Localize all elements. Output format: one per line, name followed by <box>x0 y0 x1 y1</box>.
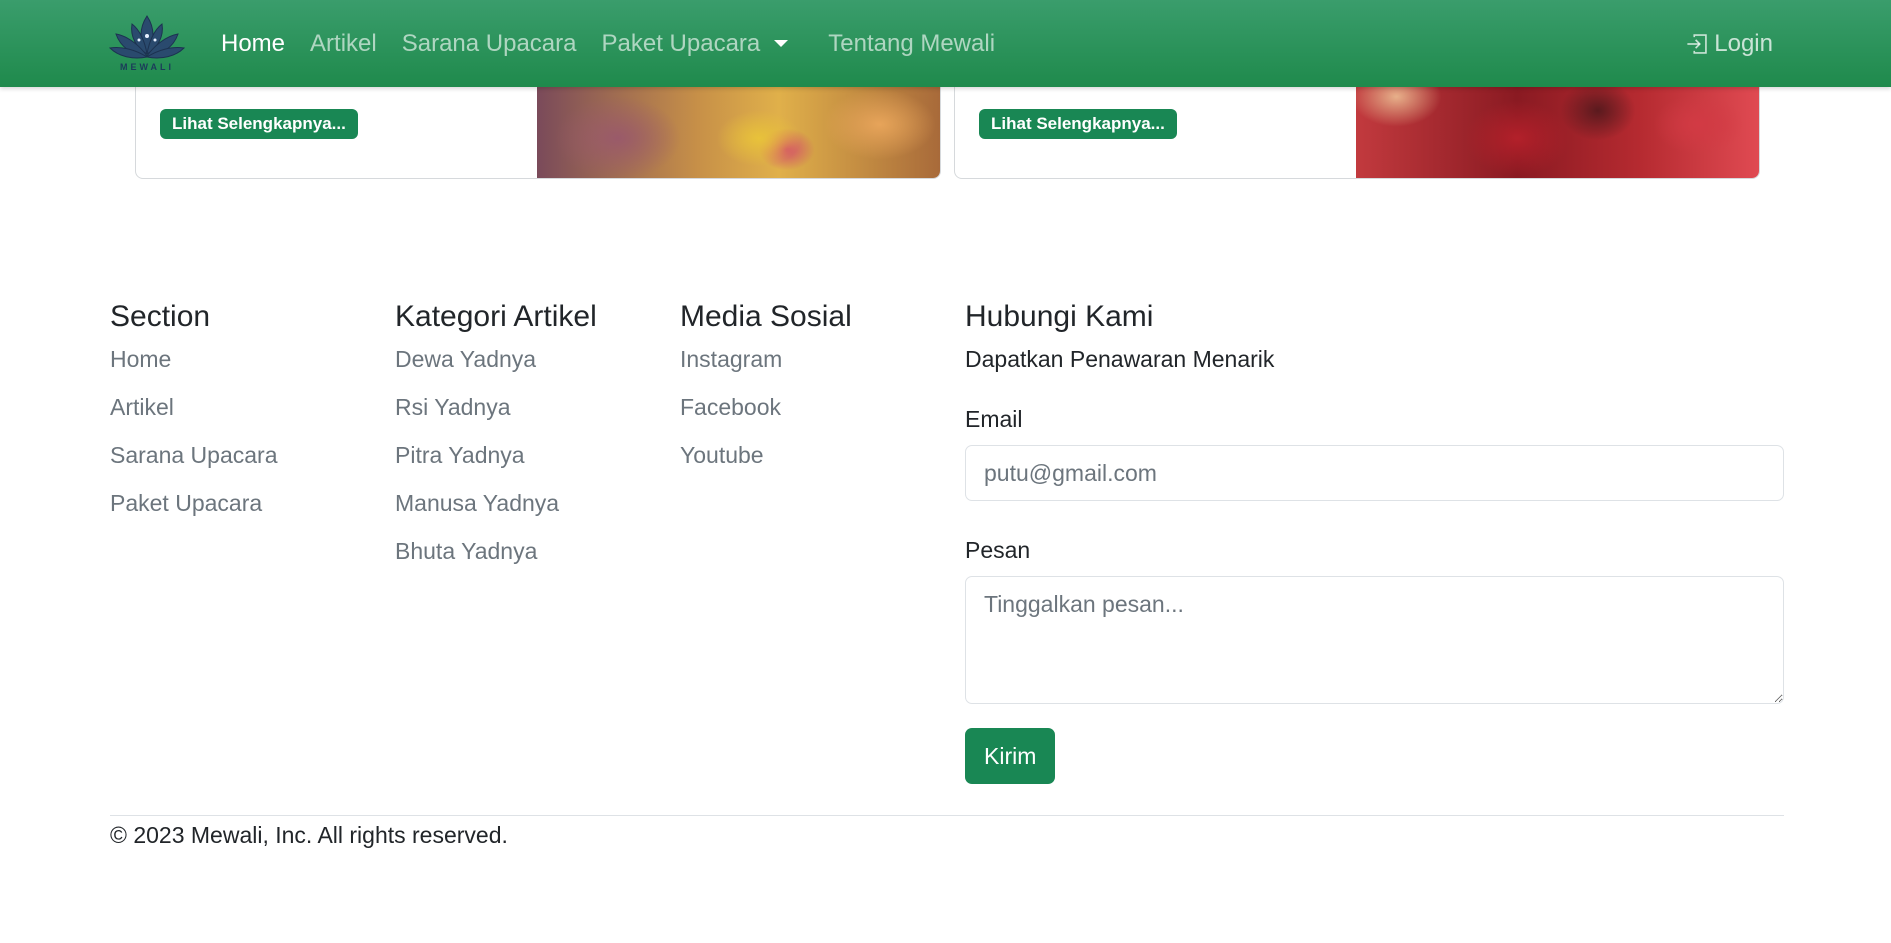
copyright-text: © 2023 Mewali, Inc. All rights reserved. <box>110 822 508 848</box>
footer-link-paket-upacara[interactable]: Paket Upacara <box>110 490 278 538</box>
submit-button[interactable]: Kirim <box>965 728 1056 784</box>
nav-artikel[interactable]: Artikel <box>310 30 377 58</box>
footer-kategori-column: Kategori Artikel Dewa Yadnya Rsi Yadnya … <box>395 300 597 586</box>
caret-down-icon <box>774 40 789 47</box>
login-label: Login <box>1714 29 1773 57</box>
footer-link-facebook[interactable]: Facebook <box>680 394 852 442</box>
footer-link-dewa-yadnya[interactable]: Dewa Yadnya <box>395 346 597 394</box>
contact-promo-text: Dapatkan Penawaran Menarik <box>965 346 1275 372</box>
footer-link-rsi-yadnya[interactable]: Rsi Yadnya <box>395 394 597 442</box>
footer-media-title: Media Sosial <box>680 300 852 333</box>
footer-link-manusa-yadnya[interactable]: Manusa Yadnya <box>395 490 597 538</box>
footer-kategori-title: Kategori Artikel <box>395 300 597 333</box>
footer-link-home[interactable]: Home <box>110 346 278 394</box>
read-more-button[interactable]: Lihat Selengkapnya... <box>979 109 1177 139</box>
nav-links: Home Artikel Sarana Upacara Paket Upacar… <box>221 0 1020 87</box>
message-label: Pesan <box>965 537 1031 563</box>
nav-sarana-upacara[interactable]: Sarana Upacara <box>402 30 577 58</box>
footer-divider <box>110 815 1784 816</box>
read-more-button[interactable]: Lihat Selengkapnya... <box>160 109 358 139</box>
box-arrow-in-right-icon <box>1687 33 1708 54</box>
footer-contact-column: Hubungi Kami Dapatkan Penawaran Menarik … <box>965 300 1784 784</box>
brand-logo[interactable]: MEWALI <box>108 10 186 76</box>
lotus-logo-icon <box>108 15 186 59</box>
login-link[interactable]: Login <box>1686 0 1773 87</box>
footer-link-sarana-upacara[interactable]: Sarana Upacara <box>110 442 278 490</box>
footer-link-pitra-yadnya[interactable]: Pitra Yadnya <box>395 442 597 490</box>
email-label: Email <box>965 406 1023 432</box>
footer-section-title: Section <box>110 300 211 333</box>
nav-tentang-mewali[interactable]: Tentang Mewali <box>828 30 995 58</box>
footer-link-bhuta-yadnya[interactable]: Bhuta Yadnya <box>395 538 597 586</box>
nav-paket-upacara-dropdown[interactable]: Paket Upacara <box>602 30 789 58</box>
nav-paket-upacara-label: Paket Upacara <box>601 29 761 57</box>
email-field[interactable] <box>965 445 1784 501</box>
navbar: MEWALI Home Artikel Sarana Upacara Paket… <box>0 0 1891 87</box>
logo-text: MEWALI <box>120 62 174 72</box>
footer-media-column: Media Sosial Instagram Facebook Youtube <box>680 300 852 490</box>
footer-link-instagram[interactable]: Instagram <box>680 346 852 394</box>
footer-link-youtube[interactable]: Youtube <box>680 442 852 490</box>
footer-link-artikel[interactable]: Artikel <box>110 394 278 442</box>
nav-home[interactable]: Home <box>221 30 285 58</box>
message-textarea[interactable] <box>965 576 1784 704</box>
footer-contact-title: Hubungi Kami <box>965 300 1154 333</box>
footer-section-column: Section Home Artikel Sarana Upacara Pake… <box>110 300 278 538</box>
